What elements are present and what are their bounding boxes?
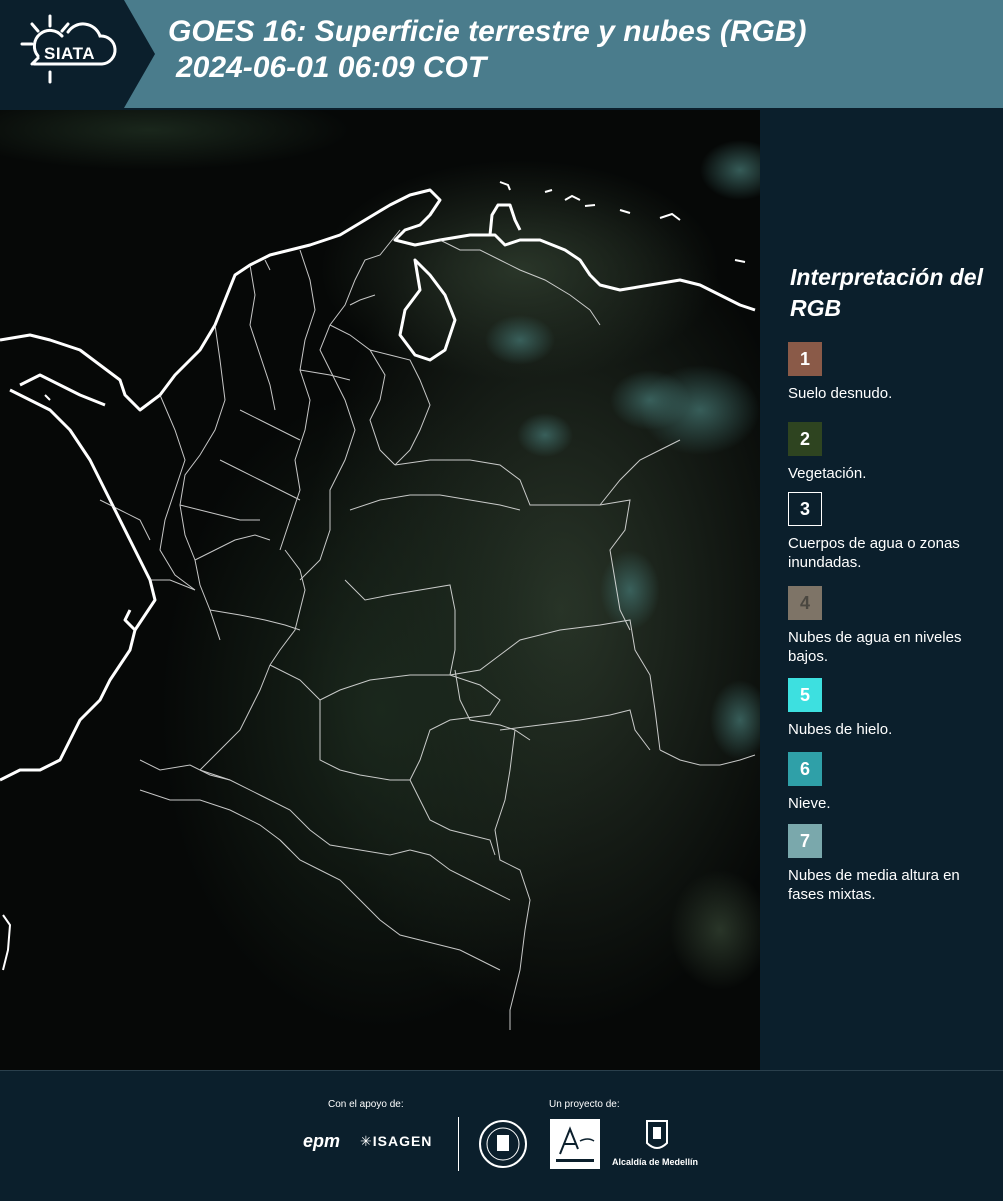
footer-bar: Con el apoyo de: Un proyecto de: epm ✳IS… — [0, 1070, 1003, 1201]
isagen-symbol: ✳ — [360, 1133, 373, 1149]
logo-text: SIATA — [44, 44, 95, 63]
alcaldia-text: Alcaldía de Medellín — [612, 1157, 699, 1167]
legend-label: Nubes de media altura en fases mixtas. — [788, 867, 960, 903]
legend-label: Suelo desnudo. — [788, 385, 893, 402]
alcaldia-medellin-logo[interactable]: Alcaldía de Medellín — [612, 1119, 702, 1169]
header-bar: SIATA GOES 16: Superficie terrestre y nu… — [0, 0, 1003, 108]
title-line-1: GOES 16: Superficie terrestre y nubes (R… — [168, 15, 807, 48]
medellin-seal-icon[interactable] — [478, 1119, 528, 1169]
legend-label: Nubes de agua en niveles bajos. — [788, 629, 962, 665]
legend-label: Nubes de hielo. — [788, 721, 893, 738]
legend-panel: Interpretación del RGB 1 Suelo desnudo. 2 V… — [760, 110, 1003, 1070]
siata-logo[interactable]: SIATA — [0, 0, 155, 108]
legend-title: Interpretación del RGB — [790, 264, 983, 321]
legend-item: 6 Nieve. — [788, 752, 998, 813]
legend-swatch: 5 — [788, 678, 822, 712]
legend-swatch: 2 — [788, 422, 822, 456]
legend-label: Nieve. — [788, 795, 831, 812]
map-canvas — [0, 110, 760, 1070]
epm-logo[interactable]: epm — [303, 1131, 340, 1152]
legend-swatch: 7 — [788, 824, 822, 858]
support-label: Con el apoyo de: — [328, 1099, 404, 1110]
satellite-map[interactable] — [0, 110, 761, 1070]
area-metropolitana-mark — [556, 1126, 595, 1162]
legend-label: Cuerpos de agua o zonas inundadas. — [788, 535, 960, 571]
page-title: GOES 16: Superficie terrestre y nubes (R… — [168, 14, 807, 86]
area-metropolitana-logo[interactable] — [550, 1119, 600, 1169]
footer-divider — [458, 1117, 459, 1171]
project-label: Un proyecto de: — [549, 1099, 620, 1110]
legend-item: 2 Vegetación. — [788, 422, 998, 483]
legend-item: 3 Cuerpos de agua o zonas inundadas. — [788, 492, 998, 572]
legend-item: 4 Nubes de agua en niveles bajos. — [788, 586, 998, 666]
legend-item: 1 Suelo desnudo. — [788, 342, 998, 403]
legend-swatch: 6 — [788, 752, 822, 786]
isagen-text: ISAGEN — [372, 1133, 433, 1149]
alcaldia-shield-icon — [646, 1120, 668, 1149]
legend-swatch: 1 — [788, 342, 822, 376]
legend-swatch: 4 — [788, 586, 822, 620]
legend-item: 5 Nubes de hielo. — [788, 678, 998, 739]
legend-swatch: 3 — [788, 492, 822, 526]
isagen-logo[interactable]: ✳ISAGEN — [360, 1133, 432, 1150]
title-timestamp: 2024-06-01 06:09 COT — [176, 51, 487, 84]
legend-label: Vegetación. — [788, 465, 867, 482]
legend-item: 7 Nubes de media altura en fases mixtas. — [788, 824, 998, 904]
